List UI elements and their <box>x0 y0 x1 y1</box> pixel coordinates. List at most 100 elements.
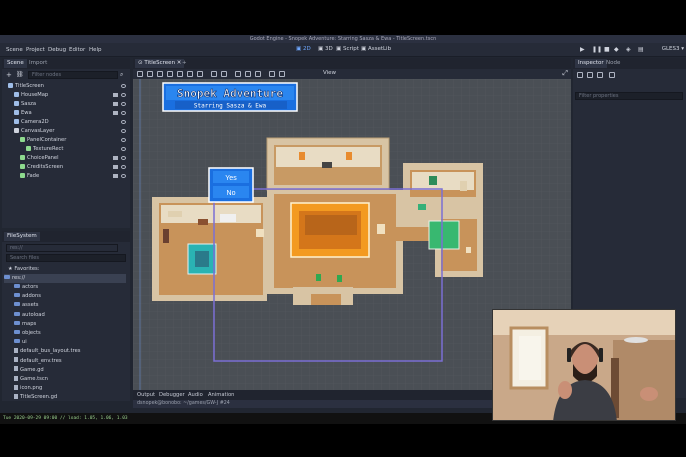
camera-override-icon[interactable] <box>269 71 275 77</box>
visibility-icon[interactable] <box>121 174 126 178</box>
folder-maps[interactable]: maps <box>14 320 36 329</box>
script-icon[interactable] <box>113 156 118 160</box>
scene-node-canvaslayer[interactable]: CanvasLayer <box>14 127 130 136</box>
scene-node-creditsscreen[interactable]: CreditsScreen <box>20 163 130 172</box>
list-tool-icon[interactable] <box>177 71 183 77</box>
visibility-icon[interactable] <box>121 111 126 115</box>
mode-2d-button[interactable]: ▣ 2D <box>296 46 311 52</box>
filter-nodes-input[interactable]: Filter nodes <box>28 71 118 79</box>
menu-editor[interactable]: Editor <box>69 47 85 53</box>
pivot-tool-icon[interactable] <box>187 71 193 77</box>
mode-script-button[interactable]: ▣ Script <box>336 46 359 52</box>
visibility-icon[interactable] <box>121 129 126 133</box>
folder-actors[interactable]: actors <box>14 283 38 292</box>
visibility-icon[interactable] <box>121 147 126 151</box>
favorites-item[interactable]: ★ Favorites: <box>8 265 40 274</box>
search-files-input[interactable]: Search files <box>6 254 126 262</box>
script-icon[interactable] <box>113 174 118 178</box>
grid-tool-icon[interactable] <box>221 71 227 77</box>
scene-node-fade[interactable]: Fade <box>20 172 130 181</box>
tab-filesystem[interactable]: FileSystem <box>4 232 40 241</box>
layout-icon[interactable] <box>279 71 285 77</box>
file-item[interactable]: icon.png <box>14 384 42 393</box>
folder-autoload[interactable]: autoload <box>14 311 45 320</box>
link-icon[interactable]: ⛓ <box>16 71 24 78</box>
stop-icon[interactable]: ■ <box>604 46 610 53</box>
save-resource-icon[interactable] <box>597 72 603 78</box>
add-node-icon[interactable]: + <box>6 71 12 79</box>
tab-scene[interactable]: Scene <box>4 59 27 68</box>
new-tab-button[interactable]: + <box>179 59 190 68</box>
tab-node[interactable]: Node <box>603 59 623 68</box>
pan-tool-icon[interactable] <box>197 71 203 77</box>
visibility-icon[interactable] <box>121 84 126 88</box>
file-item[interactable]: default_bus_layout.tres <box>14 347 81 356</box>
folder-assets[interactable]: assets <box>14 301 39 310</box>
pause-icon[interactable]: ❚❚ <box>592 46 602 53</box>
filter-properties-input[interactable]: Filter properties <box>575 92 683 100</box>
script-icon[interactable] <box>113 165 118 169</box>
scene-node-ewa[interactable]: Ewa <box>14 109 130 118</box>
new-resource-icon[interactable] <box>577 72 583 78</box>
history-icon[interactable] <box>609 72 615 78</box>
scene-node-titlescreen[interactable]: TitleScreen <box>8 82 130 91</box>
move-tool-icon[interactable] <box>147 71 153 77</box>
search-icon[interactable]: ⌕ <box>120 71 123 79</box>
play-scene-icon[interactable]: ◆ <box>614 46 619 53</box>
menu-scene[interactable]: Scene <box>6 47 23 53</box>
menu-help[interactable]: Help <box>89 47 102 53</box>
scene-node-choicepanel[interactable]: ChoicePanel <box>20 154 130 163</box>
path-field[interactable]: res:// <box>6 244 118 252</box>
script-icon[interactable] <box>113 93 118 97</box>
scale-tool-icon[interactable] <box>167 71 173 77</box>
folder-addons[interactable]: addons <box>14 292 41 301</box>
scene-node-housemap[interactable]: HouseMap <box>14 91 130 100</box>
visibility-icon[interactable] <box>121 138 126 142</box>
rotate-tool-icon[interactable] <box>157 71 163 77</box>
view-menu[interactable]: View <box>323 70 336 76</box>
root-folder[interactable]: res:// <box>4 274 126 283</box>
mode-3d-button[interactable]: ▣ 3D <box>318 46 333 52</box>
folder-ui[interactable]: ui <box>14 338 27 347</box>
file-label: Game.gd <box>20 366 44 373</box>
file-item[interactable]: TitleScreen.gd <box>14 393 57 402</box>
tab-inspector[interactable]: Inspector <box>575 59 607 68</box>
lock-icon[interactable] <box>235 71 241 77</box>
renderer-select[interactable]: GLES3 ▾ <box>662 46 684 52</box>
visibility-icon[interactable] <box>121 165 126 169</box>
folder-objects[interactable]: objects <box>14 329 41 338</box>
menu-project[interactable]: Project <box>26 47 45 53</box>
script-icon[interactable] <box>113 102 118 106</box>
visibility-icon[interactable] <box>121 102 126 106</box>
file-item[interactable]: Game.tscn <box>14 375 48 384</box>
tab-debugger[interactable]: Debugger <box>159 390 185 400</box>
tab-titlescreen[interactable]: ⊙ TitleScreen ✕ <box>135 59 185 68</box>
scene-node-sasza[interactable]: Sasza <box>14 100 130 109</box>
no-option[interactable]: No <box>227 190 236 197</box>
select-tool-icon[interactable] <box>137 71 143 77</box>
tab-audio[interactable]: Audio <box>188 390 203 400</box>
play-custom-icon[interactable]: ◈ <box>626 46 631 53</box>
open-resource-icon[interactable] <box>587 72 593 78</box>
tab-output[interactable]: Output <box>137 390 155 400</box>
visibility-icon[interactable] <box>121 93 126 97</box>
yes-option[interactable]: Yes <box>225 175 237 182</box>
tab-import[interactable]: Import <box>26 59 50 68</box>
script-icon[interactable] <box>113 111 118 115</box>
file-item[interactable]: Game.gd <box>14 366 44 375</box>
visibility-icon[interactable] <box>121 156 126 160</box>
movie-icon[interactable]: ▤ <box>638 46 644 53</box>
snap-tool-icon[interactable] <box>211 71 217 77</box>
file-item[interactable]: default_env.tres <box>14 357 62 366</box>
bone-icon[interactable] <box>255 71 261 77</box>
mode-assetlib-button[interactable]: ▣ AssetLib <box>361 46 391 52</box>
play-icon[interactable]: ▶ <box>580 46 585 53</box>
scene-node-camera2d[interactable]: Camera2D <box>14 118 130 127</box>
menu-debug[interactable]: Debug <box>48 47 66 53</box>
fullscreen-icon[interactable]: ⤢ <box>562 69 568 78</box>
group-icon[interactable] <box>245 71 251 77</box>
scene-node-texturerect[interactable]: TextureRect <box>26 145 130 154</box>
visibility-icon[interactable] <box>121 120 126 124</box>
scene-node-panelcontainer[interactable]: PanelContainer <box>20 136 130 145</box>
tab-animation[interactable]: Animation <box>208 390 234 400</box>
